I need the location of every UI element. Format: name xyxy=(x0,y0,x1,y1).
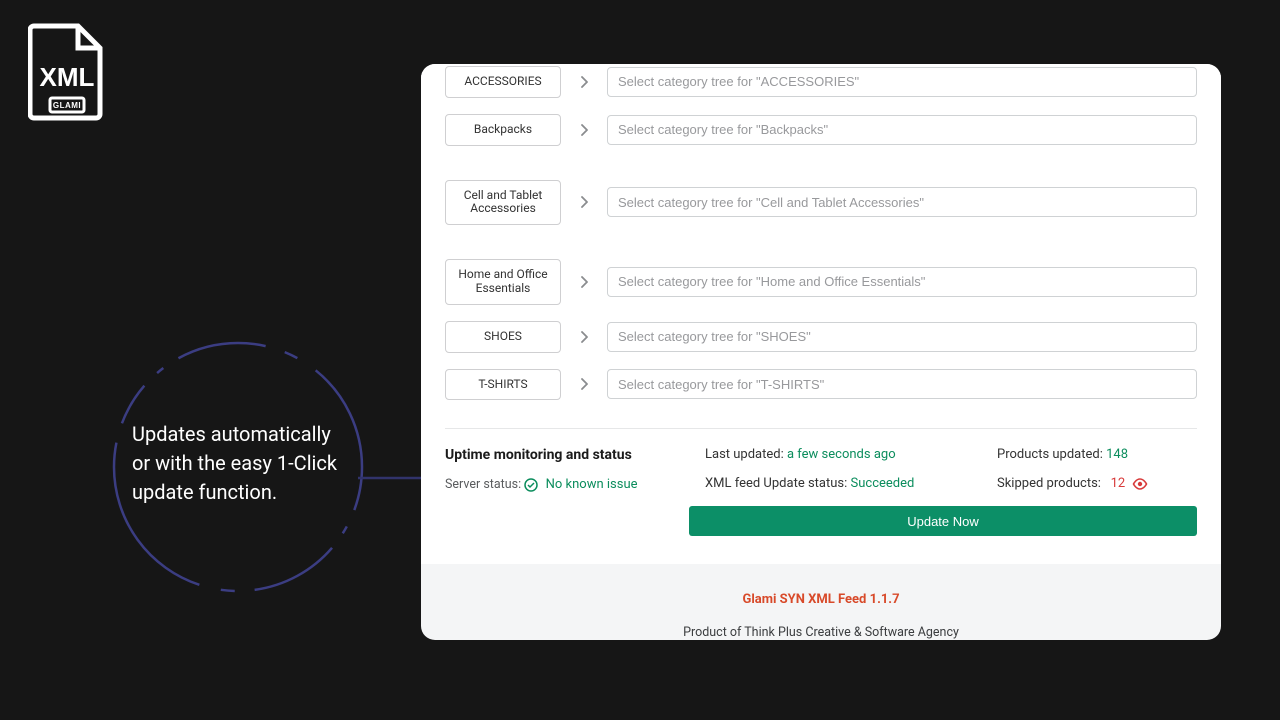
category-chip[interactable]: ACCESSORIES xyxy=(445,66,561,98)
xml-status-value: Succeeded xyxy=(851,476,915,491)
settings-card: ACCESSORIES Backpacks Cell and Tablet Acce… xyxy=(421,64,1221,564)
server-status-label: Server status: xyxy=(445,477,521,492)
eye-icon[interactable] xyxy=(1132,478,1148,490)
chevron-right-icon xyxy=(577,195,591,209)
category-chip[interactable]: Home and Office Essentials xyxy=(445,259,561,305)
category-chip[interactable]: Backpacks xyxy=(445,114,561,146)
category-tree-input[interactable] xyxy=(607,67,1197,97)
footer: Glami SYN XML Feed 1.1.7 Product of Thin… xyxy=(421,564,1221,640)
footer-line-1: Product of Think Plus Creative & Softwar… xyxy=(421,625,1221,640)
chevron-right-icon xyxy=(577,75,591,89)
divider xyxy=(445,428,1197,429)
chevron-right-icon xyxy=(577,275,591,289)
last-updated-value: a few seconds ago xyxy=(787,447,896,462)
app-panel: ACCESSORIES Backpacks Cell and Tablet Acce… xyxy=(421,64,1221,640)
category-tree-input[interactable] xyxy=(607,267,1197,297)
skipped-value: 12 xyxy=(1111,476,1126,491)
category-tree-input[interactable] xyxy=(607,115,1197,145)
status-row: Uptime monitoring and status Server stat… xyxy=(445,447,1197,506)
category-chip[interactable]: Cell and Tablet Accessories xyxy=(445,180,561,226)
products-updated-label: Products updated: xyxy=(997,447,1103,462)
chevron-right-icon xyxy=(577,330,591,344)
xml-glami-logo: XML GLAMI xyxy=(28,22,106,122)
category-tree-input[interactable] xyxy=(607,187,1197,217)
category-row: ACCESSORIES xyxy=(445,64,1197,98)
annotation-text: Updates automatically or with the easy 1… xyxy=(132,420,352,507)
category-tree-input[interactable] xyxy=(607,322,1197,352)
products-updated-value: 148 xyxy=(1106,447,1128,462)
category-chip[interactable]: T-SHIRTS xyxy=(445,369,561,401)
category-row: Home and Office Essentials xyxy=(445,225,1197,305)
footer-title: Glami SYN XML Feed 1.1.7 xyxy=(421,592,1221,607)
chevron-right-icon xyxy=(577,123,591,137)
check-circle-icon xyxy=(524,478,538,492)
status-heading: Uptime monitoring and status xyxy=(445,447,673,463)
update-now-button[interactable]: Update Now xyxy=(689,506,1197,536)
xml-status-label: XML feed Update status: xyxy=(705,476,847,491)
chevron-right-icon xyxy=(577,377,591,391)
category-row: Cell and Tablet Accessories xyxy=(445,146,1197,226)
category-row: T-SHIRTS xyxy=(445,353,1197,401)
last-updated-label: Last updated: xyxy=(705,447,784,462)
category-row: SHOES xyxy=(445,305,1197,353)
category-tree-input[interactable] xyxy=(607,369,1197,399)
category-row: Backpacks xyxy=(445,98,1197,146)
skipped-label: Skipped products: xyxy=(997,476,1101,491)
server-status-value: No known issue xyxy=(546,477,638,492)
svg-text:GLAMI: GLAMI xyxy=(53,101,81,110)
category-chip[interactable]: SHOES xyxy=(445,321,561,353)
svg-text:XML: XML xyxy=(40,62,95,92)
